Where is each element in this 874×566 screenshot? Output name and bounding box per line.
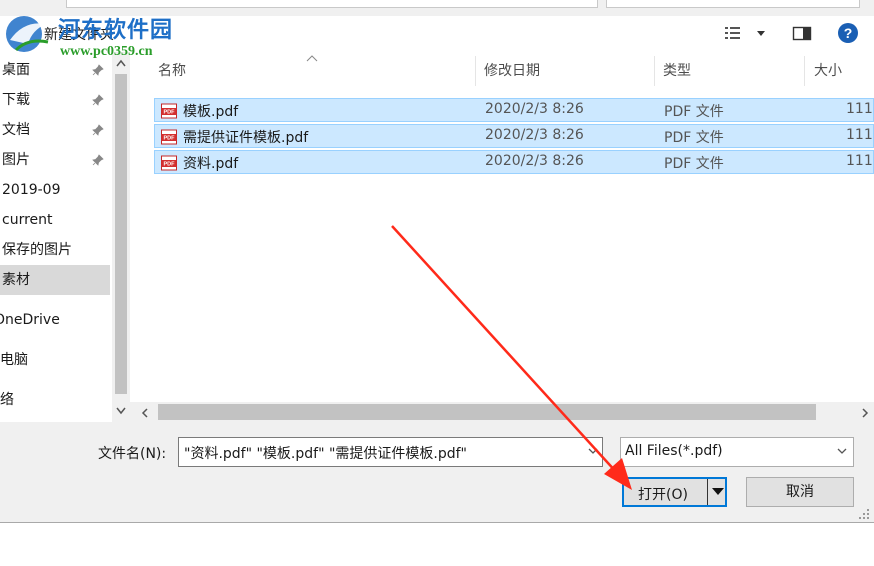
nav-item-this-pc[interactable]: 此电脑 [0, 345, 96, 375]
pdf-file-icon: PDF [161, 155, 177, 171]
horizontal-scroll-thumb[interactable] [158, 404, 816, 420]
nav-item-label: current [2, 212, 53, 228]
table-row[interactable]: PDF 模板.pdf 2020/2/3 8:26 PDF 文件 111 [154, 98, 874, 122]
column-separator [475, 56, 476, 86]
filename-label: 文件名(N): [98, 446, 167, 462]
file-size: 111 [846, 127, 873, 143]
nav-item-onedrive[interactable]: OneDrive [0, 305, 104, 335]
open-button-label: 打开(O) [638, 487, 688, 503]
navigation-pane: 桌面 下载 文档 图片 2019-09 current 保存的图片 素材 One… [0, 52, 130, 422]
file-size: 111 [846, 101, 873, 117]
cancel-button[interactable]: 取消 [746, 477, 854, 507]
pin-icon [92, 154, 104, 166]
nav-item-label: 保存的图片 [2, 242, 72, 258]
file-list: 名称 修改日期 类型 大小 PDF 模板.pdf 2020/2/3 8:26 P… [130, 52, 874, 422]
file-type-filter[interactable]: All Files(*.pdf) [620, 437, 854, 467]
file-modified: 2020/2/3 8:26 [485, 153, 584, 169]
toolbar: 新建文件夹 ? [0, 16, 874, 52]
svg-text:PDF: PDF [164, 136, 176, 142]
preview-pane-icon[interactable] [790, 22, 814, 44]
nav-item-current[interactable]: current [0, 205, 110, 235]
column-header-modified[interactable]: 修改日期 [484, 60, 540, 80]
file-name: 模板.pdf [183, 104, 239, 120]
svg-text:PDF: PDF [164, 110, 176, 116]
pin-icon [92, 94, 104, 106]
details-view-icon[interactable] [722, 22, 768, 44]
search-box[interactable] [606, 0, 860, 8]
nav-scrollbar[interactable] [112, 52, 130, 422]
column-separator [804, 56, 805, 86]
nav-item-downloads[interactable]: 下载 [0, 85, 110, 115]
sort-ascending-icon [306, 55, 318, 62]
filename-value: "资料.pdf" "模板.pdf" "需提供证件模板.pdf" [184, 446, 467, 462]
pdf-file-icon: PDF [161, 103, 177, 119]
column-separator [654, 56, 655, 86]
svg-text:PDF: PDF [164, 162, 176, 168]
chevron-down-icon[interactable] [586, 444, 600, 458]
filename-input[interactable]: "资料.pdf" "模板.pdf" "需提供证件模板.pdf" [178, 437, 603, 467]
new-folder-button[interactable]: 新建文件夹 [44, 24, 114, 44]
column-header-size[interactable]: 大小 [814, 60, 842, 80]
nav-item-label: 网络 [0, 392, 14, 408]
table-row[interactable]: PDF 资料.pdf 2020/2/3 8:26 PDF 文件 111 [154, 150, 874, 174]
nav-item-documents[interactable]: 文档 [0, 115, 110, 145]
open-file-dialog: 新建文件夹 ? 桌面 下载 文档 图片 2019-09 current 保存的图… [0, 0, 874, 523]
nav-item-label: 桌面 [2, 62, 30, 78]
column-header-name[interactable]: 名称 [158, 60, 186, 80]
nav-item-label: 文档 [2, 122, 30, 138]
scroll-left-icon[interactable] [140, 407, 150, 419]
chevron-down-icon[interactable] [835, 444, 849, 458]
filter-value: All Files(*.pdf) [625, 443, 723, 459]
file-type: PDF 文件 [664, 130, 724, 146]
dropdown-arrow-icon[interactable] [712, 488, 724, 495]
nav-item-saved-pictures[interactable]: 保存的图片 [0, 235, 110, 265]
nav-item-label: 此电脑 [0, 352, 28, 368]
resize-grip-icon[interactable] [858, 508, 870, 520]
file-type: PDF 文件 [664, 156, 724, 172]
split-divider [707, 479, 708, 505]
svg-text:?: ? [844, 25, 853, 41]
address-bar-area [0, 0, 874, 8]
pdf-file-icon: PDF [161, 129, 177, 145]
column-header-type[interactable]: 类型 [663, 60, 691, 80]
nav-item-label: OneDrive [0, 312, 60, 328]
scroll-right-icon[interactable] [860, 407, 870, 419]
file-name: 资料.pdf [183, 156, 239, 172]
scroll-down-icon[interactable] [115, 406, 127, 416]
file-type: PDF 文件 [664, 104, 724, 120]
nav-item-label: 下载 [2, 92, 30, 108]
nav-item-2019-09[interactable]: 2019-09 [0, 175, 110, 205]
nav-item-materials[interactable]: 素材 [0, 265, 110, 295]
file-modified: 2020/2/3 8:26 [485, 101, 584, 117]
scroll-up-icon[interactable] [115, 58, 127, 68]
pin-icon [92, 124, 104, 136]
file-modified: 2020/2/3 8:26 [485, 127, 584, 143]
nav-scroll-thumb[interactable] [115, 74, 127, 394]
nav-item-pictures[interactable]: 图片 [0, 145, 110, 175]
nav-item-desktop[interactable]: 桌面 [0, 55, 110, 85]
open-button[interactable]: 打开(O) [622, 477, 727, 507]
nav-item-label: 图片 [2, 152, 30, 168]
nav-item-label: 素材 [2, 272, 30, 288]
horizontal-scrollbar[interactable] [130, 402, 874, 422]
address-bar[interactable] [66, 0, 598, 8]
file-name: 需提供证件模板.pdf [183, 130, 309, 146]
table-row[interactable]: PDF 需提供证件模板.pdf 2020/2/3 8:26 PDF 文件 111 [154, 124, 874, 148]
file-size: 111 [846, 153, 873, 169]
nav-item-label: 2019-09 [2, 182, 61, 198]
pin-icon [92, 64, 104, 76]
help-icon[interactable]: ? [836, 22, 860, 44]
nav-item-network[interactable]: 网络 [0, 385, 96, 415]
